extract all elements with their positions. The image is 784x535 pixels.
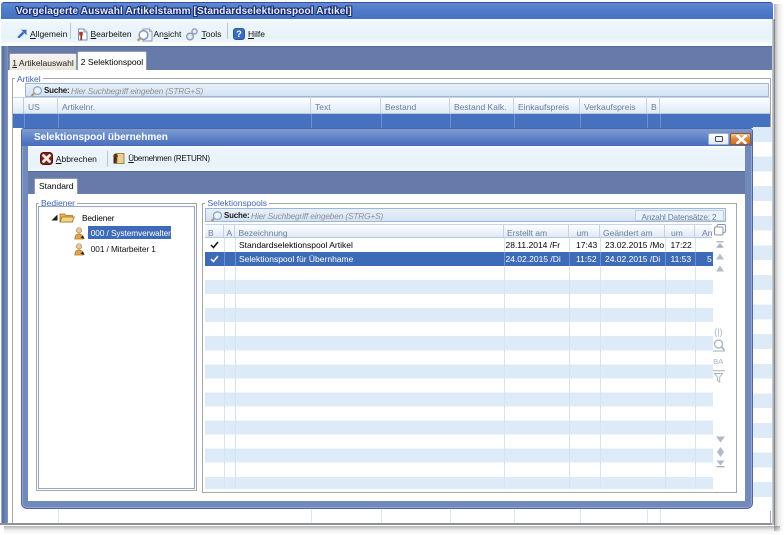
svg-text:?: ?: [236, 29, 242, 39]
